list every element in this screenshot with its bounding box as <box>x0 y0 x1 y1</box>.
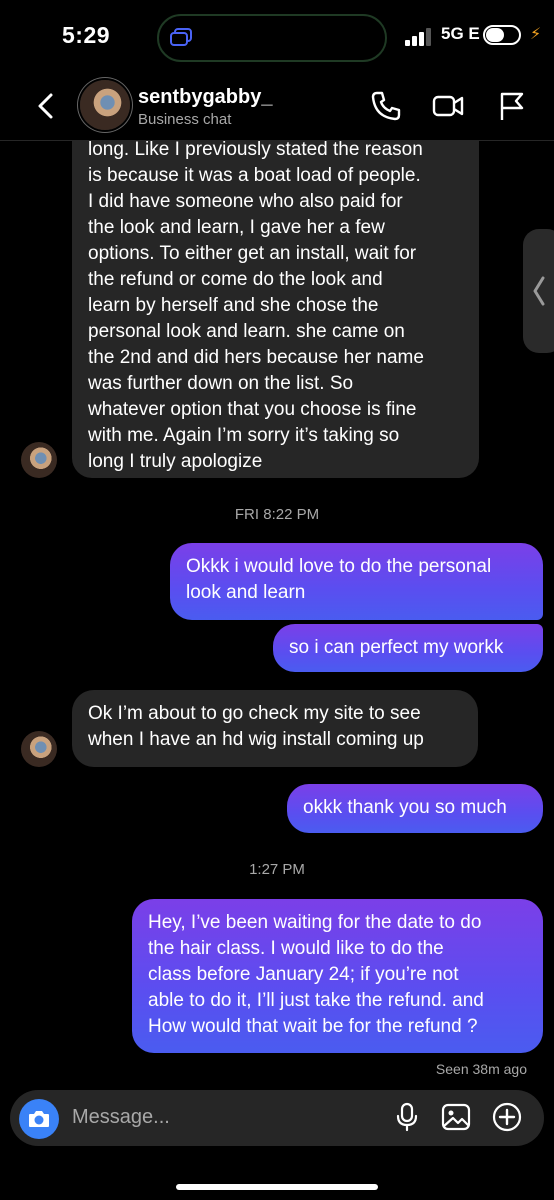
video-camera-icon[interactable] <box>432 90 464 122</box>
low-power-icon: ⚡ <box>530 26 542 43</box>
camera-button[interactable] <box>19 1099 59 1139</box>
timestamp: 1:27 PM <box>249 861 305 878</box>
chat-subtitle: Business chat <box>138 111 232 128</box>
chevron-left-icon[interactable] <box>32 92 60 120</box>
image-icon[interactable] <box>441 1102 471 1132</box>
screen-share-icon <box>170 28 192 46</box>
sender-avatar[interactable] <box>21 731 57 767</box>
signal-icon <box>405 28 431 46</box>
phone-icon[interactable] <box>370 90 402 122</box>
microphone-icon[interactable] <box>392 1102 422 1132</box>
seen-status: Seen 38m ago <box>435 1061 527 1077</box>
avatar[interactable] <box>80 80 130 130</box>
status-time: 5:29 <box>62 22 111 48</box>
chat-username[interactable]: sentbygabby_ <box>138 86 272 109</box>
outgoing-message[interactable]: so i can perfect my workk <box>273 624 543 672</box>
flag-icon[interactable] <box>496 90 528 122</box>
outgoing-message[interactable]: Hey, I’ve been waiting for the date to d… <box>132 899 543 1053</box>
battery-level <box>486 28 504 42</box>
network-type: 5G E <box>441 24 480 43</box>
message-input[interactable]: Message... <box>72 1106 170 1129</box>
outgoing-message[interactable]: okkk thank you so much <box>287 784 543 833</box>
incoming-message[interactable]: Ok I’m about to go check my site to see … <box>72 690 478 767</box>
sender-avatar[interactable] <box>21 442 57 478</box>
message-list[interactable]: long. Like I previously stated the reaso… <box>0 141 554 1091</box>
chevron-left-icon[interactable] <box>532 276 546 306</box>
home-indicator[interactable] <box>176 1184 378 1190</box>
plus-circle-icon[interactable] <box>492 1102 522 1132</box>
camera-icon <box>29 1111 49 1127</box>
incoming-message[interactable]: long. Like I previously stated the reaso… <box>72 141 479 478</box>
timestamp: FRI 8:22 PM <box>234 506 320 523</box>
outgoing-message[interactable]: Okkk i would love to do the personal loo… <box>170 543 543 620</box>
